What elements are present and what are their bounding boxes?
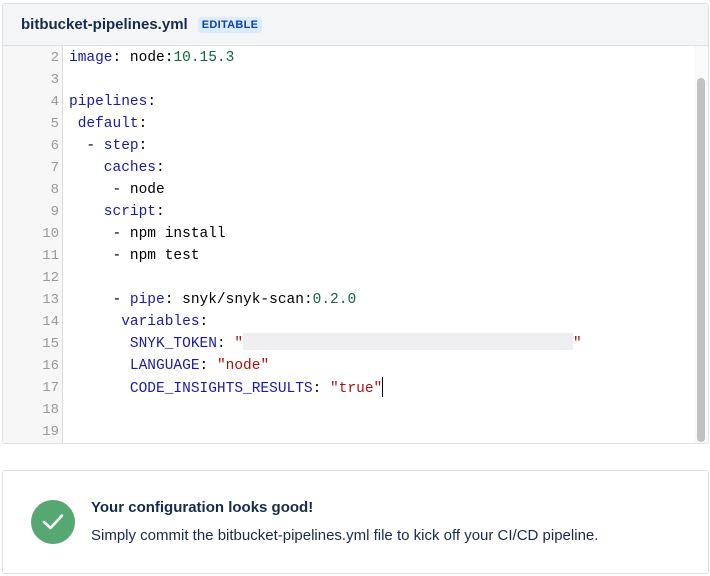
text-cursor xyxy=(382,377,384,397)
line-number: 7 xyxy=(50,160,59,176)
code-line[interactable]: 19 xyxy=(3,421,694,443)
code-line[interactable]: 7 caches: xyxy=(3,157,694,179)
code-line[interactable]: 12 xyxy=(3,267,694,289)
yaml-string: "node" xyxy=(216,358,270,374)
yaml-key: CODE_INSIGHTS_RESULTS xyxy=(129,381,313,397)
line-number: 11 xyxy=(42,248,59,264)
yaml-key: LANGUAGE xyxy=(129,358,200,374)
code-text[interactable]: LANGUAGE: "node" xyxy=(69,355,269,377)
line-number: 17 xyxy=(42,380,59,396)
yaml-text: : xyxy=(138,116,148,132)
scrollbar-thumb[interactable] xyxy=(697,78,705,442)
code-line[interactable]: 9 script: xyxy=(3,201,694,223)
line-number: 6 xyxy=(50,138,59,154)
yaml-text: - npm test xyxy=(112,248,200,264)
code-line[interactable]: 18 xyxy=(3,399,694,421)
yaml-string: " xyxy=(573,336,582,352)
code-text[interactable]: SNYK_TOKEN: " " xyxy=(69,333,582,355)
code-text[interactable]: variables: xyxy=(69,311,208,333)
code-text[interactable]: - node xyxy=(69,179,165,201)
code-line[interactable]: 10 - npm install xyxy=(3,223,694,245)
yaml-text: : xyxy=(156,160,165,176)
editor-header: bitbucket-pipelines.yml EDITABLE xyxy=(3,4,708,46)
yaml-text: : xyxy=(199,314,209,330)
yaml-text: : snyk/snyk-scan: xyxy=(164,292,313,308)
yaml-key: SNYK_TOKEN xyxy=(129,336,217,352)
code-line[interactable]: 8 - node xyxy=(3,179,694,201)
yaml-key: caches xyxy=(103,160,157,176)
yaml-key: pipelines xyxy=(69,94,148,110)
code-line[interactable]: 5 default: xyxy=(3,113,694,135)
yaml-key: pipe xyxy=(129,292,165,308)
editor-panel: bitbucket-pipelines.yml EDITABLE 2 image:… xyxy=(2,3,709,444)
yaml-key: variables xyxy=(121,314,200,330)
yaml-text: : xyxy=(147,94,157,110)
validation-status-card: Your configuration looks good! Simply co… xyxy=(2,470,709,574)
status-title: Your configuration looks good! xyxy=(91,499,314,516)
code-text[interactable]: image: node:10.15.3 xyxy=(69,47,234,69)
code-text[interactable]: - npm install xyxy=(69,223,226,245)
yaml-text: - xyxy=(112,292,130,308)
yaml-key: step xyxy=(103,138,139,154)
line-number: 5 xyxy=(50,116,59,132)
line-number: 13 xyxy=(42,292,59,308)
yaml-text: : xyxy=(312,381,331,397)
line-number: 3 xyxy=(50,72,59,88)
yaml-text: - node xyxy=(112,182,165,198)
yaml-string: " xyxy=(234,336,244,352)
yaml-text: : xyxy=(112,50,130,66)
line-number: 12 xyxy=(42,270,59,286)
code-text[interactable]: caches: xyxy=(69,157,165,179)
code-text[interactable]: - npm test xyxy=(69,245,200,267)
line-number: 18 xyxy=(42,402,59,418)
line-number: 16 xyxy=(42,358,59,374)
success-check-icon xyxy=(31,500,75,544)
code-editor[interactable]: 2 image: node:10.15.3 3 4 pipelines: 5 default… xyxy=(3,46,708,443)
code-line[interactable]: 3 xyxy=(3,69,694,91)
code-line[interactable]: 14 variables: xyxy=(3,311,694,333)
code-line[interactable]: 17 CODE_INSIGHTS_RESULTS: "true" xyxy=(3,377,694,399)
code-text[interactable]: - pipe: snyk/snyk-scan:0.2.0 xyxy=(69,289,357,311)
redacted-token xyxy=(243,333,574,350)
yaml-number: 10.15.3 xyxy=(173,50,235,66)
line-number: 10 xyxy=(42,226,59,242)
vertical-scrollbar[interactable] xyxy=(694,46,708,443)
yaml-text: - npm install xyxy=(112,226,226,242)
yaml-text: : xyxy=(156,204,165,220)
line-number: 14 xyxy=(42,314,59,330)
status-message: Simply commit the bitbucket-pipelines.ym… xyxy=(91,527,599,544)
code-line[interactable]: 2 image: node:10.15.3 xyxy=(3,47,694,69)
code-line[interactable]: 6 - step: xyxy=(3,135,694,157)
line-number: 2 xyxy=(50,50,59,66)
yaml-string: "true" xyxy=(330,381,383,397)
yaml-number: 0.2.0 xyxy=(312,292,357,308)
check-icon xyxy=(42,514,64,530)
yaml-text: node: xyxy=(129,50,174,66)
yaml-text: : xyxy=(216,336,235,352)
code-line[interactable]: 4 pipelines: xyxy=(3,91,694,113)
line-number: 15 xyxy=(42,336,59,352)
line-number: 19 xyxy=(42,424,59,440)
yaml-key: default xyxy=(77,116,139,132)
yaml-text: : xyxy=(138,138,148,154)
yaml-key: script xyxy=(103,204,157,220)
line-number: 4 xyxy=(50,94,59,110)
code-line[interactable]: 11 - npm test xyxy=(3,245,694,267)
code-text[interactable]: CODE_INSIGHTS_RESULTS: "true" xyxy=(69,377,384,400)
yaml-text: - xyxy=(86,138,104,154)
code-line[interactable]: 15 SNYK_TOKEN: " " xyxy=(3,333,694,355)
code-text[interactable]: pipelines: xyxy=(69,91,156,113)
editable-badge: EDITABLE xyxy=(197,16,263,33)
code-line[interactable]: 13 - pipe: snyk/snyk-scan:0.2.0 xyxy=(3,289,694,311)
line-number: 9 xyxy=(50,204,59,220)
line-number: 8 xyxy=(50,182,59,198)
code-text[interactable]: script: xyxy=(69,201,165,223)
yaml-text: : xyxy=(199,358,217,374)
code-text[interactable]: default: xyxy=(69,113,148,135)
code-text[interactable]: - step: xyxy=(69,135,147,157)
file-name: bitbucket-pipelines.yml xyxy=(21,16,188,33)
code-line[interactable]: 16 LANGUAGE: "node" xyxy=(3,355,694,377)
yaml-key: image xyxy=(69,50,113,66)
